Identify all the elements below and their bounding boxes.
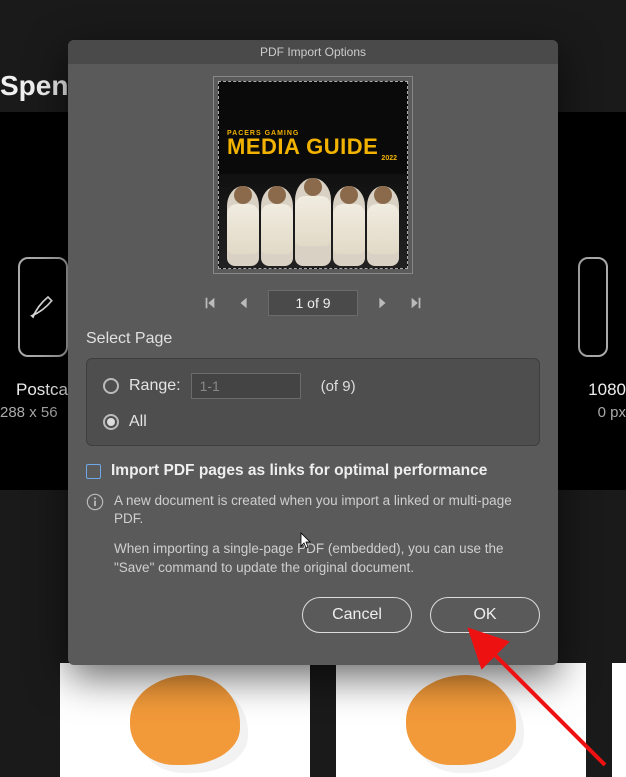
last-page-icon[interactable]	[406, 293, 426, 313]
preset-label-postcard: Postca	[16, 380, 68, 400]
preset-card-1080[interactable]	[578, 257, 608, 357]
preset-sub-1080: 0 px	[598, 404, 626, 421]
page-navigator	[86, 290, 540, 316]
dialog-titlebar: PDF Import Options	[68, 40, 558, 64]
pdf-preview-page: PACERS GAMING MEDIA GUIDE 2022	[218, 81, 408, 269]
ok-button[interactable]: OK	[430, 597, 540, 633]
range-radio-row[interactable]: Range: (of 9)	[103, 373, 523, 399]
template-thumb[interactable]	[60, 663, 310, 777]
info-text-2: When importing a single-page PDF (embedd…	[114, 540, 540, 576]
first-page-icon[interactable]	[200, 293, 220, 313]
preview-text-big: MEDIA GUIDE	[227, 137, 378, 157]
pdf-import-options-dialog: PDF Import Options PACERS GAMING MEDIA G…	[68, 40, 558, 665]
preset-card-postcard[interactable]	[18, 257, 68, 357]
next-page-icon[interactable]	[372, 293, 392, 313]
dialog-title: PDF Import Options	[260, 45, 366, 59]
preset-sub-postcard: 288 x 56	[0, 404, 58, 421]
range-of-text: (of 9)	[321, 378, 356, 395]
page-indicator-input[interactable]	[268, 290, 358, 316]
template-thumb[interactable]	[612, 663, 626, 777]
preview-text-year: 2022	[381, 155, 407, 162]
select-page-heading: Select Page	[86, 330, 540, 348]
template-thumb[interactable]	[336, 663, 586, 777]
info-icon	[86, 493, 104, 511]
import-as-links-row[interactable]: Import PDF pages as links for optimal pe…	[86, 462, 540, 480]
preset-label-1080: 1080	[588, 380, 626, 400]
all-radio[interactable]	[103, 414, 119, 430]
all-radio-row[interactable]: All	[103, 413, 523, 431]
cancel-button[interactable]: Cancel	[302, 597, 412, 633]
range-radio-label: Range:	[129, 377, 181, 395]
info-note: A new document is created when you impor…	[86, 492, 540, 577]
select-page-panel: Range: (of 9) All	[86, 358, 540, 446]
range-radio[interactable]	[103, 378, 119, 394]
brush-icon	[20, 259, 66, 355]
info-text-1: A new document is created when you impor…	[114, 492, 540, 528]
prev-page-icon[interactable]	[234, 293, 254, 313]
import-as-links-label: Import PDF pages as links for optimal pe…	[111, 462, 487, 480]
range-input[interactable]	[191, 373, 301, 399]
pdf-preview: PACERS GAMING MEDIA GUIDE 2022	[213, 76, 413, 274]
import-as-links-checkbox[interactable]	[86, 464, 101, 479]
all-radio-label: All	[129, 413, 147, 431]
